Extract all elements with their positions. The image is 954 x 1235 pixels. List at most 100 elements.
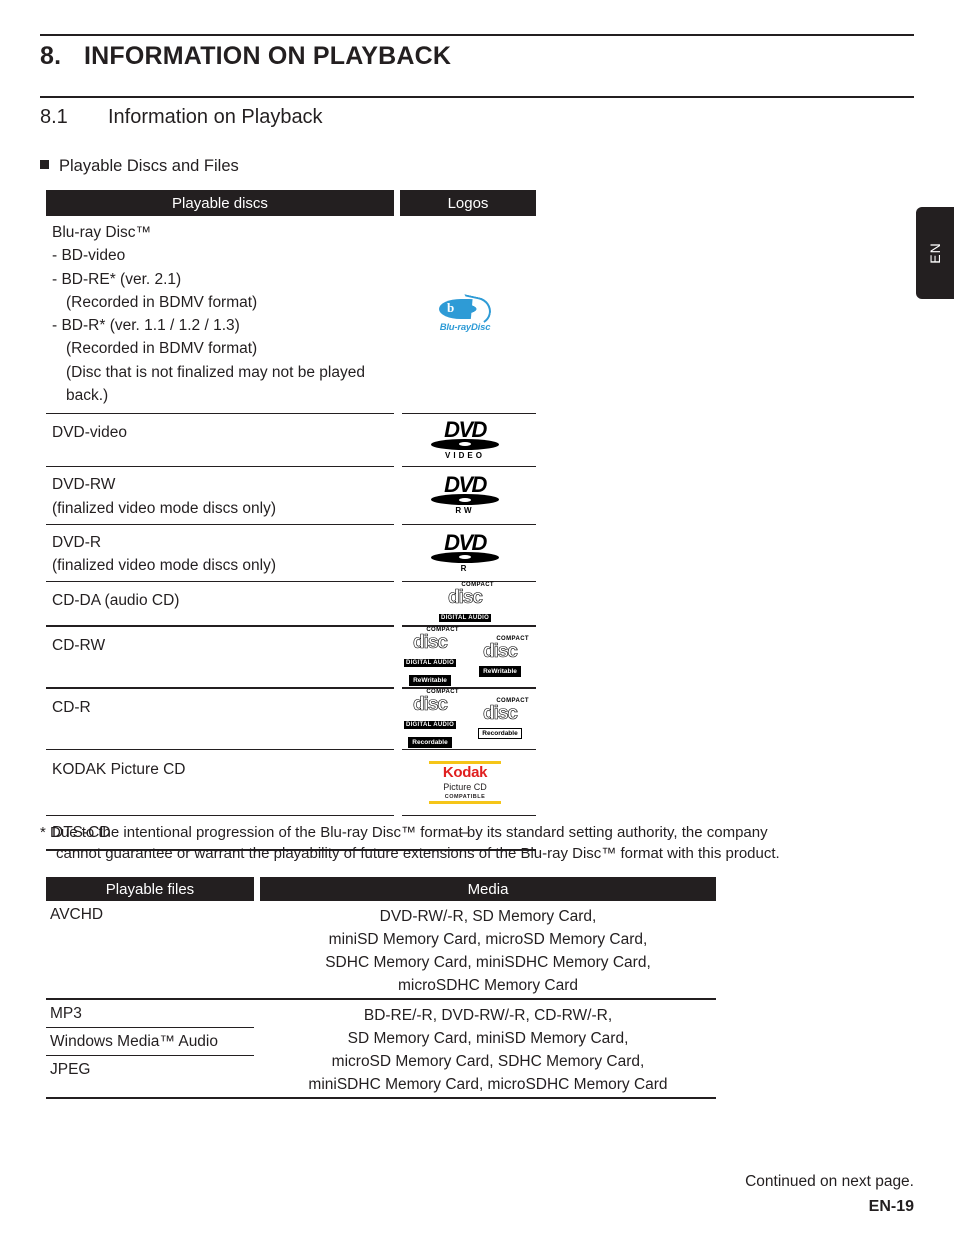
language-side-tab-label: EN — [927, 242, 943, 264]
kodak-bottom-bar — [429, 800, 501, 804]
table-row: Blu-ray Disc™ - BD-video - BD-RE* (ver. … — [46, 216, 536, 413]
cd-disc-wordmark: disc — [447, 587, 484, 609]
file-type-cell: AVCHD — [46, 901, 260, 998]
bluray-letter: b — [447, 299, 455, 315]
chapter-top-rule — [40, 34, 914, 36]
file-type: MP3 — [50, 1004, 82, 1022]
cd-digital-audio-label: DIGITAL AUDIO — [438, 614, 492, 623]
bluray-disc-logo: b Blu-rayDisc — [432, 293, 498, 333]
cd-recordable-badge: Recordable — [408, 736, 452, 748]
disc-line: back.) — [66, 386, 109, 404]
disc-logo-cell: DVD RW — [394, 467, 536, 524]
playable-files-table-header: Playable files Media — [46, 877, 716, 901]
table-row: CD-RW COMPACT disc DIGITAL AUDIO ReWrita… — [46, 627, 536, 687]
table-row: KODAK Picture CD Kodak Picture CD COMPAT… — [46, 750, 536, 815]
dvd-wordmark: DVD — [444, 472, 487, 497]
disc-logo-cell: COMPACT disc DIGITAL AUDIO Recordable CO… — [394, 689, 536, 749]
dvd-sublabel: RW — [455, 506, 475, 515]
dvd-r-logo: DVD R — [428, 529, 502, 573]
disc-line: (finalized video mode discs only) — [52, 557, 276, 574]
media-line: microSDHC Memory Card — [398, 976, 578, 994]
footnote: * Due to the intentional progression of … — [40, 822, 920, 865]
dvd-wordmark: DVD — [444, 529, 487, 555]
column-header-media: Media — [260, 877, 716, 901]
dvd-oval-icon — [431, 551, 499, 563]
playable-discs-table: Playable discs Logos Blu-ray Disc™ - BD-… — [46, 190, 536, 851]
disc-name-cell: Blu-ray Disc™ - BD-video - BD-RE* (ver. … — [46, 216, 394, 413]
subsection-heading-text: Playable Discs and Files — [59, 157, 239, 175]
table-row: MP3 Windows Media™ Audio JPEG BD-RE/-R, … — [46, 1000, 716, 1097]
footnote-marker: * — [40, 824, 46, 841]
cd-disc-wordmark: disc — [482, 640, 519, 662]
table-row: AVCHD DVD-RW/-R, SD Memory Card, miniSD … — [46, 901, 716, 998]
media-line: SD Memory Card, miniSD Memory Card, — [347, 1029, 629, 1047]
disc-logo-cell: COMPACT disc DIGITAL AUDIO ReWritable CO… — [394, 627, 536, 687]
square-bullet-icon — [40, 160, 49, 169]
media-line: microSD Memory Card, SDHC Memory Card, — [331, 1052, 645, 1070]
disc-logo-cell: DVD R — [394, 525, 536, 582]
compact-disc-recordable-logo: COMPACT disc Recordable — [469, 698, 531, 740]
footnote-line: Due to the intentional progression of th… — [50, 824, 768, 841]
disc-name-cell: CD-R — [46, 689, 394, 749]
file-type-cell: MP3 Windows Media™ Audio JPEG — [46, 1000, 260, 1097]
disc-logo-cell: Kodak Picture CD COMPATIBLE — [394, 750, 536, 815]
chapter-heading: 8. INFORMATION ON PLAYBACK — [40, 42, 914, 71]
disc-logo-cell: COMPACT disc DIGITAL AUDIO — [394, 582, 536, 624]
disc-line: - BD-RE* (ver. 2.1) — [52, 270, 182, 288]
subsection-heading: Playable Discs and Files — [40, 157, 239, 176]
playable-discs-table-header: Playable discs Logos — [46, 190, 536, 216]
kodak-compatible-label: COMPATIBLE — [444, 793, 486, 800]
chapter-title-text: INFORMATION ON PLAYBACK — [84, 42, 452, 70]
compact-disc-recordable-audio-logo: COMPACT disc DIGITAL AUDIO Recordable — [399, 689, 461, 749]
column-header-logos: Logos — [400, 190, 536, 216]
chapter-number: 8. — [40, 42, 62, 70]
document-page: 8. INFORMATION ON PLAYBACK 8.1 Information… — [0, 0, 954, 1235]
file-type: Windows Media™ Audio — [50, 1032, 218, 1050]
disc-line: (Recorded in BDMV format) — [66, 340, 258, 358]
kodak-product-label: Picture CD — [443, 781, 487, 792]
column-header-playable-files: Playable files — [46, 877, 254, 901]
cd-disc-wordmark: disc — [412, 693, 449, 715]
section-heading: 8.1 Information on Playback — [40, 106, 323, 129]
disc-line: KODAK Picture CD — [52, 760, 186, 778]
disc-line: DVD-video — [52, 424, 127, 441]
compact-disc-digital-audio-logo: COMPACT disc DIGITAL AUDIO — [434, 582, 496, 624]
disc-line: CD-DA (audio CD) — [52, 592, 180, 610]
file-type: JPEG — [50, 1060, 91, 1078]
cd-digital-audio-label: DIGITAL AUDIO — [403, 720, 457, 729]
disc-name-cell: KODAK Picture CD — [46, 750, 394, 815]
playable-files-table: Playable files Media AVCHD DVD-RW/-R, SD… — [46, 877, 716, 1099]
column-header-playable-discs: Playable discs — [46, 190, 394, 216]
disc-line: DVD-R — [52, 533, 102, 551]
section-number: 8.1 — [40, 106, 68, 128]
disc-line: DVD-RW — [52, 476, 116, 494]
media-line: miniSD Memory Card, microSD Memory Card, — [328, 930, 648, 948]
disc-name-cell: DVD-video — [46, 414, 394, 466]
media-cell: DVD-RW/-R, SD Memory Card, miniSD Memory… — [260, 901, 716, 998]
media-line: SDHC Memory Card, miniSDHC Memory Card, — [325, 953, 651, 971]
dvd-oval-icon — [431, 438, 499, 450]
disc-line: Blu-ray Disc™ — [52, 224, 152, 241]
disc-logo-cell: DVD VIDEO — [394, 414, 536, 466]
section-title-text: Information on Playback — [108, 106, 323, 128]
disc-line: CD-R — [52, 698, 91, 716]
dvd-rw-logo: DVD RW — [428, 472, 502, 515]
media-line: miniSDHC Memory Card, microSDHC Memory C… — [308, 1075, 668, 1093]
cd-disc-wordmark: disc — [412, 631, 449, 653]
language-side-tab: EN — [916, 207, 954, 299]
compact-disc-rewritable-audio-logo: COMPACT disc DIGITAL AUDIO ReWritable — [399, 627, 461, 687]
kodak-wordmark: Kodak — [442, 763, 488, 781]
kodak-picture-cd-logo: Kodak Picture CD COMPATIBLE — [426, 760, 504, 804]
disc-name-cell: CD-RW — [46, 627, 394, 687]
media-line: BD-RE/-R, DVD-RW/-R, CD-RW/-R, — [363, 1006, 613, 1024]
disc-line: - BD-R* (ver. 1.1 / 1.2 / 1.3) — [52, 317, 240, 334]
file-type: AVCHD — [50, 906, 104, 923]
disc-line: (Recorded in BDMV format) — [66, 293, 258, 311]
cd-rewritable-badge: ReWritable — [479, 665, 521, 677]
table-bottom-rule — [46, 1096, 716, 1099]
dvd-wordmark: DVD — [444, 416, 487, 442]
continued-notice: Continued on next page. — [745, 1173, 914, 1190]
disc-name-cell: DVD-R (finalized video mode discs only) — [46, 525, 394, 582]
cd-disc-wordmark: disc — [482, 702, 519, 724]
page-number: EN-19 — [868, 1198, 914, 1215]
